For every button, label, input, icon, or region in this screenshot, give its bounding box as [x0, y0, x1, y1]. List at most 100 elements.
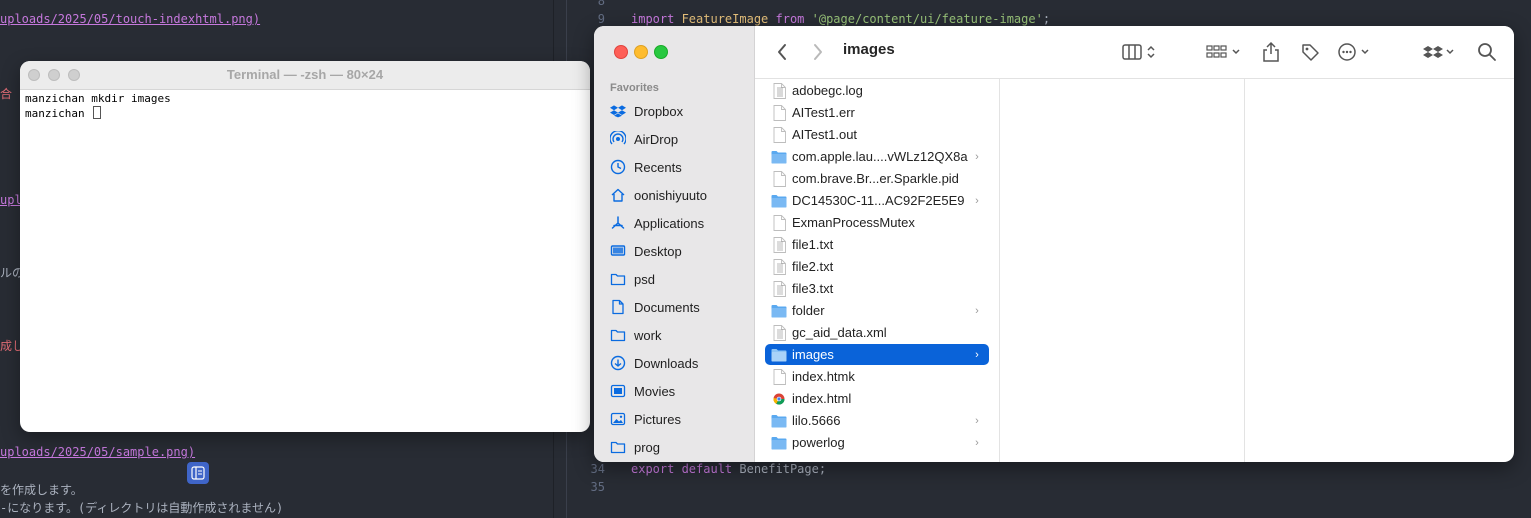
- more-actions-button[interactable]: [1336, 40, 1376, 64]
- finder-window[interactable]: Favorites Dropbox AirDrop Recents oonishiyu…: [594, 26, 1514, 462]
- terminal-content[interactable]: manzichan mkdir images manzichan: [20, 90, 590, 432]
- document-icon: [771, 82, 787, 99]
- sidebar-item-oonishiyuuto[interactable]: oonishiyuuto: [610, 184, 707, 206]
- sidebar-item-dropbox[interactable]: Dropbox: [610, 100, 683, 122]
- applications-icon: [610, 215, 626, 231]
- finder-zoom-button[interactable]: [654, 45, 668, 59]
- split-view-icon[interactable]: [187, 462, 209, 484]
- document-icon: [771, 214, 787, 231]
- chevron-right-icon: ›: [975, 150, 979, 163]
- share-button[interactable]: [1257, 40, 1285, 64]
- folder-icon: [771, 435, 787, 451]
- chevron-right-icon: ›: [975, 194, 979, 207]
- sidebar-item-psd[interactable]: psd: [610, 268, 655, 290]
- folder-row[interactable]: lilo.5666 ›: [765, 410, 989, 431]
- document-icon: [771, 258, 787, 275]
- finder-sidebar: Favorites Dropbox AirDrop Recents oonishiyu…: [594, 26, 755, 462]
- file-row[interactable]: file3.txt: [765, 278, 989, 299]
- sidebar-item-movies[interactable]: Movies: [610, 380, 675, 402]
- group-button[interactable]: [1203, 40, 1247, 64]
- file-row[interactable]: adobegc.log: [765, 80, 989, 101]
- sidebar-item-pictures[interactable]: Pictures: [610, 408, 681, 430]
- dropbox-toolbar-button[interactable]: [1420, 40, 1460, 64]
- sidebar-item-label: Downloads: [634, 355, 699, 371]
- download-icon: [610, 355, 626, 371]
- sidebar-item-label: Desktop: [634, 243, 682, 259]
- chevron-right-icon: ›: [975, 348, 979, 361]
- line-number: 35: [590, 480, 605, 494]
- file-row[interactable]: file1.txt: [765, 234, 989, 255]
- file-row[interactable]: file2.txt: [765, 256, 989, 277]
- finder-close-button[interactable]: [614, 45, 628, 59]
- sidebar-item-desktop[interactable]: Desktop: [610, 240, 682, 262]
- editor-text-line: を作成します。: [0, 483, 83, 497]
- airdrop-icon: [610, 131, 626, 147]
- sidebar-item-label: work: [634, 327, 662, 343]
- file-column-2[interactable]: [1000, 79, 1245, 462]
- folder-icon: [610, 327, 626, 343]
- desktop-icon: [610, 243, 626, 259]
- folder-row[interactable]: folder ›: [765, 300, 989, 321]
- folder-icon: [771, 149, 787, 165]
- document-icon: [610, 299, 626, 315]
- file-name: gc_aid_data.xml: [792, 325, 887, 340]
- finder-minimize-button[interactable]: [634, 45, 648, 59]
- search-button[interactable]: [1473, 40, 1501, 64]
- document-icon: [771, 280, 787, 297]
- code-line: 35: [554, 478, 605, 496]
- sidebar-item-applications[interactable]: Applications: [610, 212, 704, 234]
- folder-icon: [610, 271, 626, 287]
- pictures-icon: [610, 411, 626, 427]
- clock-icon: [610, 159, 626, 175]
- folder-icon: [610, 439, 626, 455]
- chevron-left-icon: [778, 44, 786, 60]
- file-row[interactable]: ExmanProcessMutex: [765, 212, 989, 233]
- file-column-1[interactable]: adobegc.log AITest1.err AITest1.out com.app…: [755, 79, 1000, 462]
- view-columns-button[interactable]: [1119, 40, 1163, 64]
- file-name: lilo.5666: [792, 413, 841, 428]
- sidebar-item-label: Pictures: [634, 411, 681, 427]
- folder-row[interactable]: com.apple.lau....vWLz12QX8a ›: [765, 146, 989, 167]
- file-name: index.htmk: [792, 369, 855, 384]
- terminal-title: Terminal — -zsh — 80×24: [226, 67, 384, 82]
- file-row[interactable]: AITest1.out: [765, 124, 989, 145]
- sidebar-item-prog[interactable]: prog: [610, 436, 660, 458]
- dropbox-icon: [1423, 46, 1454, 58]
- sidebar-item-documents[interactable]: Documents: [610, 296, 700, 318]
- folder-icon: [771, 303, 787, 319]
- file-row[interactable]: AITest1.err: [765, 102, 989, 123]
- terminal-window[interactable]: Terminal — -zsh — 80×24 manzichan mkdir …: [20, 61, 590, 432]
- file-name: AITest1.out: [792, 127, 858, 142]
- sidebar-item-downloads[interactable]: Downloads: [610, 352, 698, 374]
- file-name: folder: [792, 303, 825, 318]
- chevron-right-icon: ›: [975, 414, 979, 427]
- file-name: images: [792, 347, 834, 362]
- file-name: ExmanProcessMutex: [792, 215, 915, 230]
- file-row[interactable]: index.htmk: [765, 366, 989, 387]
- file-row[interactable]: index.html: [765, 388, 989, 409]
- back-button[interactable]: [769, 40, 795, 64]
- tags-button[interactable]: [1296, 40, 1324, 64]
- file-name: file1.txt: [792, 237, 834, 252]
- search-icon: [1478, 43, 1496, 61]
- sidebar-item-airdrop[interactable]: AirDrop: [610, 128, 678, 150]
- folder-row[interactable]: images ›: [765, 344, 989, 365]
- columns-view-icon: [1122, 44, 1155, 60]
- file-row[interactable]: gc_aid_data.xml: [765, 322, 989, 343]
- file-name: DC14530C-11...AC92F2E5E9: [792, 193, 965, 208]
- forward-button[interactable]: [805, 40, 831, 64]
- sidebar-item-label: Movies: [634, 383, 676, 399]
- editor-text-line: 合: [0, 87, 13, 101]
- terminal-titlebar[interactable]: Terminal — -zsh — 80×24: [20, 61, 590, 90]
- folder-title: images: [843, 41, 895, 58]
- sidebar-item-label: oonishiyuuto: [634, 187, 707, 203]
- sidebar-item-work[interactable]: work: [610, 324, 661, 346]
- folder-row[interactable]: DC14530C-11...AC92F2E5E9 ›: [765, 190, 989, 211]
- sidebar-item-recents[interactable]: Recents: [610, 156, 682, 178]
- folder-row[interactable]: powerlog ›: [765, 432, 989, 453]
- file-row[interactable]: com.brave.Br...er.Sparkle.pid: [765, 168, 989, 189]
- sidebar-item-label: Recents: [634, 159, 682, 175]
- movies-icon: [610, 383, 626, 399]
- sidebar-item-label: Documents: [634, 299, 700, 315]
- sidebar-item-label: prog: [634, 439, 661, 455]
